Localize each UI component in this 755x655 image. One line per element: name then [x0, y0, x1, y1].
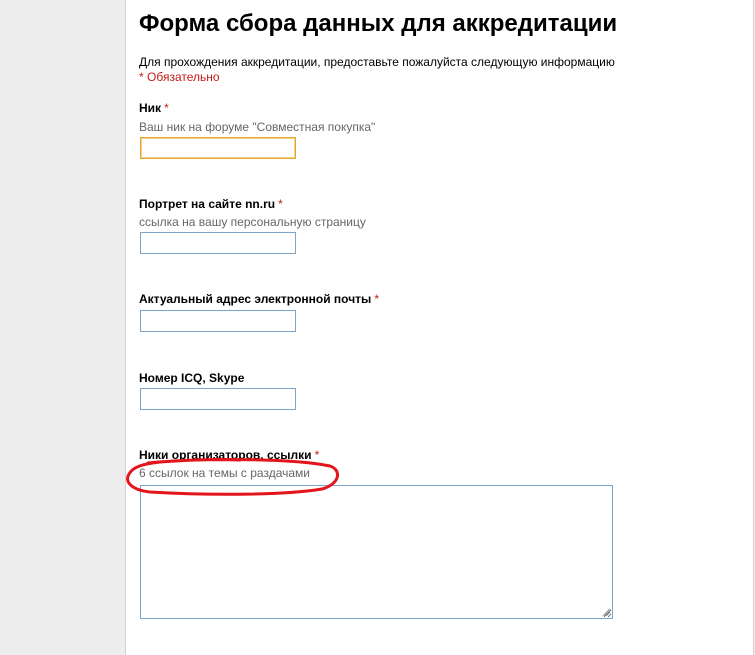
nick-help: Ваш ник на форуме "Совместная покупка"	[139, 120, 376, 134]
nick-input[interactable]	[140, 137, 296, 159]
email-label-text: Актуальный адрес электронной почты	[139, 292, 372, 306]
nick-label-text: Ник	[139, 101, 162, 115]
required-asterisk: *	[164, 101, 169, 115]
portrait-label-text: Портрет на сайте nn.ru	[139, 197, 276, 211]
required-asterisk: *	[278, 197, 283, 211]
resize-grip-icon[interactable]	[601, 607, 611, 617]
portrait-label: Портрет на сайте nn.ru *	[139, 197, 283, 211]
organizers-textarea[interactable]	[140, 485, 613, 619]
organizers-label: Ники организаторов, ссылки *	[139, 448, 319, 462]
email-input[interactable]	[140, 310, 296, 332]
required-note: * Обязательно	[139, 70, 220, 84]
icq-skype-input[interactable]	[140, 388, 296, 410]
form-title: Форма сбора данных для аккредитации	[139, 10, 618, 37]
icq-skype-label: Номер ICQ, Skype	[139, 371, 245, 385]
form-page: Форма сбора данных для аккредитации Для …	[125, 0, 754, 655]
email-label: Актуальный адрес электронной почты *	[139, 292, 379, 306]
organizers-label-text: Ники организаторов, ссылки	[139, 448, 312, 462]
required-asterisk: *	[314, 448, 320, 462]
organizers-help: 6 ссылок на темы с раздачами	[139, 466, 310, 480]
portrait-input[interactable]	[140, 232, 296, 254]
required-asterisk: *	[374, 292, 379, 306]
form-description: Для прохождения аккредитации, предоставь…	[139, 55, 615, 69]
portrait-help: ссылка на вашу персональную страницу	[139, 215, 366, 229]
nick-label: Ник *	[139, 101, 169, 115]
